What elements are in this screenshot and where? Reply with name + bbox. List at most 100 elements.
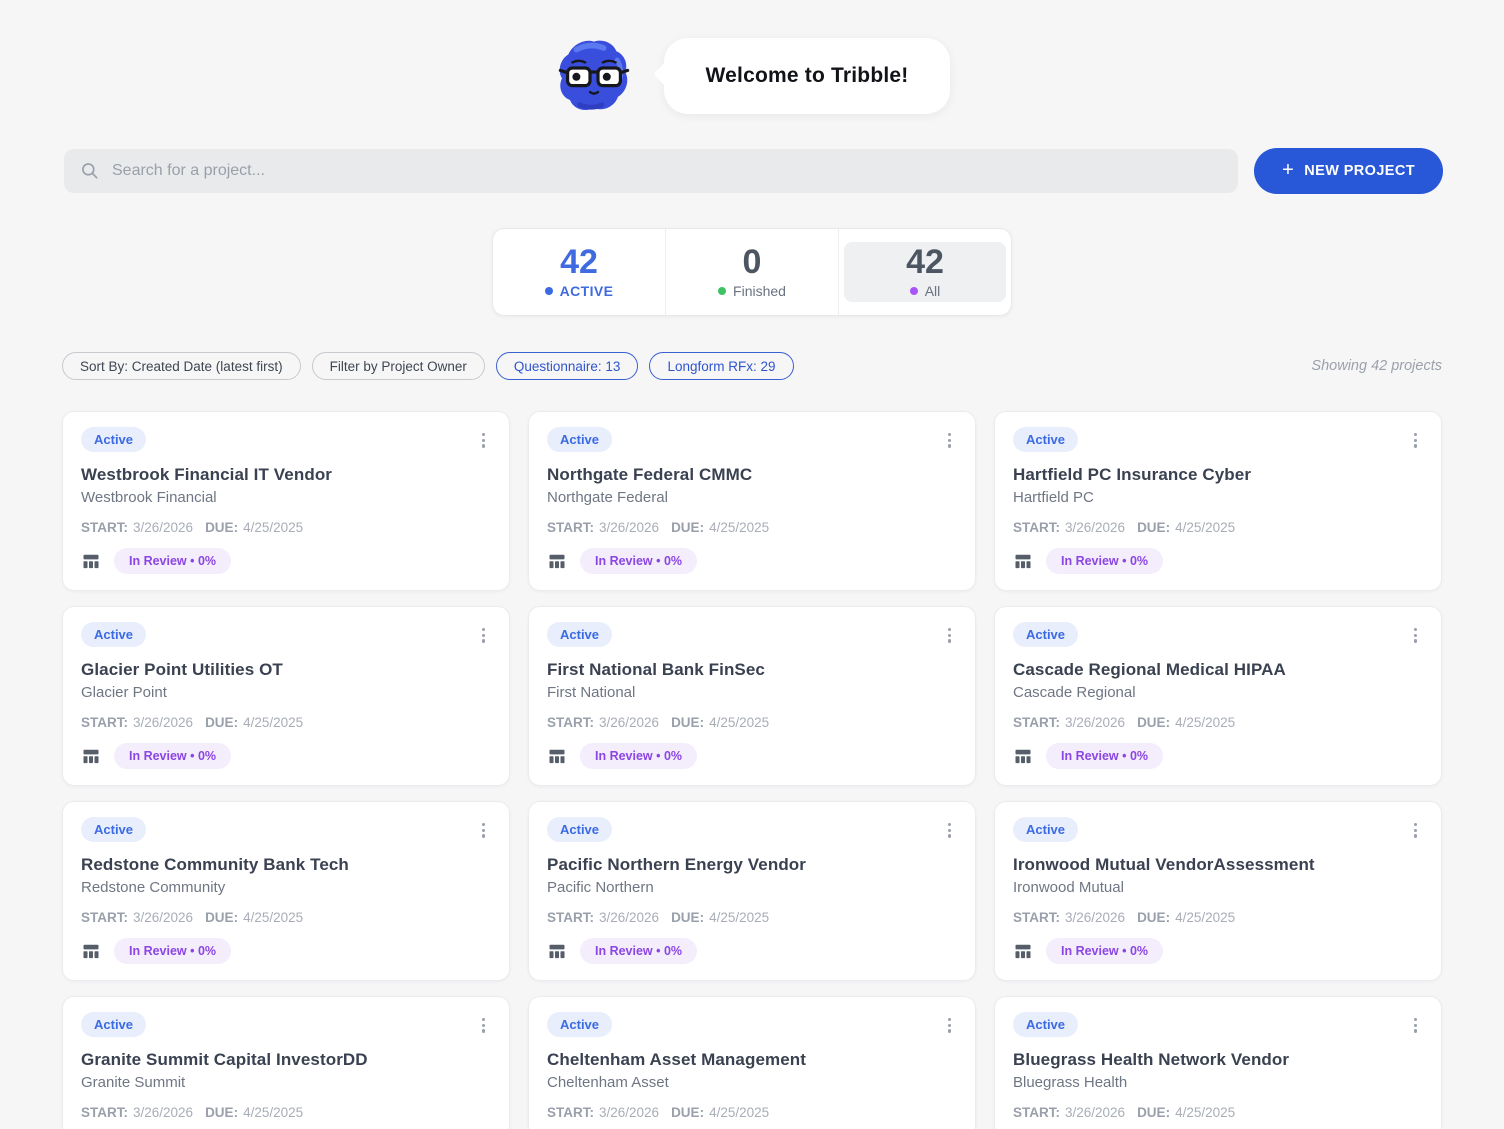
kebab-menu-icon[interactable]	[476, 819, 491, 842]
sort-by-chip[interactable]: Sort By: Created Date (latest first)	[62, 352, 301, 380]
project-dates: START: 3/26/2026 DUE: 4/25/2025	[81, 910, 491, 925]
kebab-menu-icon[interactable]	[942, 624, 957, 647]
kebab-menu-icon[interactable]	[1408, 1014, 1423, 1037]
kebab-menu-icon[interactable]	[476, 1014, 491, 1037]
finished-count: 0	[742, 242, 762, 281]
due-date: 4/25/2025	[243, 910, 304, 925]
kebab-menu-icon[interactable]	[476, 624, 491, 647]
active-label: ACTIVE	[559, 283, 614, 300]
table-icon	[83, 944, 99, 959]
project-subtitle: Glacier Point	[81, 684, 167, 701]
project-card[interactable]: Active Ironwood Mutual VendorAssessment …	[994, 801, 1442, 981]
status-badge: Active	[81, 427, 147, 452]
start-label: START:	[547, 520, 594, 535]
kebab-menu-icon[interactable]	[1408, 429, 1423, 452]
project-dates: START: 3/26/2026 DUE: 4/25/2025	[547, 520, 957, 535]
start-date: 3/26/2026	[1065, 520, 1126, 535]
kebab-menu-icon[interactable]	[942, 1014, 957, 1037]
card-header: Active	[1013, 1012, 1423, 1037]
kebab-menu-icon[interactable]	[476, 429, 491, 452]
kebab-menu-icon[interactable]	[942, 819, 957, 842]
project-title: Glacier Point Utilities OT	[81, 660, 283, 679]
project-title: Redstone Community Bank Tech	[81, 855, 349, 874]
due-label: DUE:	[671, 1105, 705, 1120]
search-input[interactable]	[112, 162, 1223, 180]
review-status-badge: In Review • 0%	[114, 743, 232, 769]
table-icon	[1015, 554, 1031, 569]
project-title: Northgate Federal CMMC	[547, 465, 753, 484]
longform-rfx-chip[interactable]: Longform RFx: 29	[649, 352, 794, 380]
due-date: 4/25/2025	[709, 715, 770, 730]
start-date: 3/26/2026	[1065, 715, 1126, 730]
kebab-menu-icon[interactable]	[942, 429, 957, 452]
status-badge: Active	[1013, 817, 1079, 842]
start-date: 3/26/2026	[133, 715, 194, 730]
start-label: START:	[81, 715, 128, 730]
start-date: 3/26/2026	[599, 1105, 660, 1120]
project-card[interactable]: Active Pacific Northern Energy Vendor Pa…	[528, 801, 976, 981]
start-label: START:	[81, 910, 128, 925]
all-label: All	[924, 283, 941, 300]
review-status-badge: In Review • 0%	[580, 548, 698, 574]
card-header: Active	[547, 817, 957, 842]
project-title: Bluegrass Health Network Vendor	[1013, 1050, 1290, 1069]
status-badge: Active	[547, 427, 613, 452]
kebab-menu-icon[interactable]	[1408, 819, 1423, 842]
start-label: START:	[1013, 1105, 1060, 1120]
active-count: 42	[560, 242, 598, 281]
start-label: START:	[1013, 910, 1060, 925]
project-dates: START: 3/26/2026 DUE: 4/25/2025	[547, 1105, 957, 1120]
project-card[interactable]: Active Cascade Regional Medical HIPAA Ca…	[994, 606, 1442, 786]
project-card[interactable]: Active First National Bank FinSec First …	[528, 606, 976, 786]
card-header: Active	[547, 622, 957, 647]
due-date: 4/25/2025	[1175, 715, 1236, 730]
project-dates: START: 3/26/2026 DUE: 4/25/2025	[1013, 910, 1423, 925]
card-header: Active	[81, 427, 491, 452]
project-subtitle: Cheltenham Asset	[547, 1074, 669, 1091]
due-label: DUE:	[205, 715, 239, 730]
project-card[interactable]: Active Granite Summit Capital InvestorDD…	[62, 996, 510, 1129]
project-dates: START: 3/26/2026 DUE: 4/25/2025	[1013, 715, 1423, 730]
all-count: 42	[906, 242, 944, 281]
stat-finished[interactable]: 0 Finished	[665, 229, 839, 315]
stat-all[interactable]: 42 All	[839, 229, 1011, 315]
project-card[interactable]: Active Redstone Community Bank Tech Reds…	[62, 801, 510, 981]
new-project-button[interactable]: + NEW PROJECT	[1254, 148, 1443, 194]
due-date: 4/25/2025	[243, 520, 304, 535]
card-footer: In Review • 0%	[1013, 938, 1423, 964]
due-label: DUE:	[671, 520, 705, 535]
status-badge: Active	[81, 817, 147, 842]
due-date: 4/25/2025	[709, 910, 770, 925]
start-label: START:	[1013, 715, 1060, 730]
project-card[interactable]: Active Cheltenham Asset Management Chelt…	[528, 996, 976, 1129]
search-row: + NEW PROJECT	[64, 148, 1443, 194]
finished-label: Finished	[733, 283, 786, 300]
status-badge: Active	[1013, 622, 1079, 647]
project-subtitle: First National	[547, 684, 636, 701]
project-card[interactable]: Active Hartfield PC Insurance Cyber Hart…	[994, 411, 1442, 591]
table-icon	[83, 749, 99, 764]
review-status-badge: In Review • 0%	[1046, 548, 1164, 574]
project-card[interactable]: Active Glacier Point Utilities OT Glacie…	[62, 606, 510, 786]
project-card[interactable]: Active Northgate Federal CMMC Northgate …	[528, 411, 976, 591]
due-date: 4/25/2025	[1175, 520, 1236, 535]
status-badge: Active	[81, 622, 147, 647]
due-date: 4/25/2025	[243, 715, 304, 730]
project-card[interactable]: Active Westbrook Financial IT Vendor Wes…	[62, 411, 510, 591]
questionnaire-chip[interactable]: Questionnaire: 13	[495, 352, 639, 380]
kebab-menu-icon[interactable]	[1408, 624, 1423, 647]
stats-summary: 42 ACTIVE 0 Finished 42 All	[492, 228, 1012, 316]
search-box[interactable]	[64, 149, 1239, 193]
project-card[interactable]: Active Bluegrass Health Network Vendor B…	[994, 996, 1442, 1129]
stat-active[interactable]: 42 ACTIVE	[493, 229, 665, 315]
all-dot-icon	[909, 287, 918, 296]
status-badge: Active	[1013, 1012, 1079, 1037]
start-date: 3/26/2026	[599, 715, 660, 730]
project-title: Pacific Northern Energy Vendor	[547, 855, 807, 874]
review-status-badge: In Review • 0%	[114, 938, 232, 964]
search-icon	[82, 163, 98, 179]
filter-owner-chip[interactable]: Filter by Project Owner	[311, 352, 485, 380]
card-header: Active	[81, 817, 491, 842]
due-date: 4/25/2025	[243, 1105, 304, 1120]
project-subtitle: Redstone Community	[81, 879, 226, 896]
